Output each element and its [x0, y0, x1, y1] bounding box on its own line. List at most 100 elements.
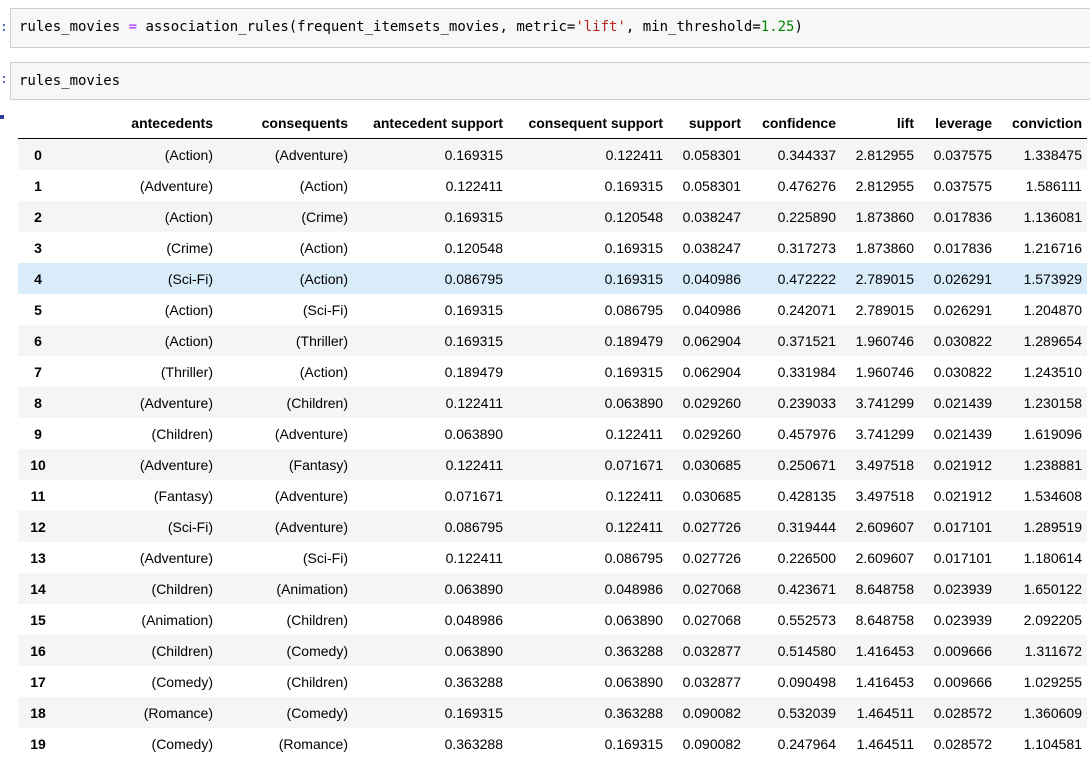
table-cell: 1.873860 — [841, 201, 919, 232]
table-cell: (Comedy) — [58, 728, 218, 759]
table-cell: 0.090082 — [668, 728, 746, 759]
table-cell: 3.497518 — [841, 480, 919, 511]
table-cell: 1.416453 — [841, 666, 919, 697]
row-index: 3 — [18, 232, 58, 263]
table-cell: 0.169315 — [508, 170, 668, 201]
table-cell: 3.741299 — [841, 387, 919, 418]
row-index: 10 — [18, 449, 58, 480]
table-cell: 0.090498 — [746, 666, 841, 697]
code-assign-operator: = — [120, 19, 145, 35]
table-cell: 0.319444 — [746, 511, 841, 542]
table-cell: 0.371521 — [746, 325, 841, 356]
row-index: 19 — [18, 728, 58, 759]
table-cell: 0.028572 — [919, 697, 997, 728]
table-cell: 0.428135 — [746, 480, 841, 511]
table-cell: 1.289519 — [997, 511, 1087, 542]
table-cell: (Romance) — [218, 728, 353, 759]
table-cell: 1.960746 — [841, 356, 919, 387]
row-index: 6 — [18, 325, 58, 356]
table-row: 8(Adventure)(Children)0.1224110.0638900.… — [18, 387, 1087, 418]
row-index: 0 — [18, 139, 58, 171]
row-index: 7 — [18, 356, 58, 387]
table-cell: (Sci-Fi) — [218, 294, 353, 325]
table-cell: (Action) — [58, 201, 218, 232]
table-cell: 0.009666 — [919, 666, 997, 697]
table-cell: 2.092205 — [997, 604, 1087, 635]
table-row: 4(Sci-Fi)(Action)0.0867950.1693150.04098… — [18, 263, 1087, 294]
row-index: 2 — [18, 201, 58, 232]
table-cell: (Adventure) — [58, 542, 218, 573]
table-cell: 0.071671 — [353, 480, 508, 511]
table-cell: 0.026291 — [919, 294, 997, 325]
table-cell: (Adventure) — [58, 449, 218, 480]
row-index: 18 — [18, 697, 58, 728]
row-index: 11 — [18, 480, 58, 511]
table-cell: 0.037575 — [919, 170, 997, 201]
table-row: 18(Romance)(Comedy)0.1693150.3632880.090… — [18, 697, 1087, 728]
table-cell: 0.189479 — [353, 356, 508, 387]
table-cell: 0.247964 — [746, 728, 841, 759]
table-cell: 1.464511 — [841, 728, 919, 759]
table-cell: 0.037575 — [919, 139, 997, 171]
table-cell: 1.619096 — [997, 418, 1087, 449]
table-row: 12(Sci-Fi)(Adventure)0.0867950.1224110.0… — [18, 511, 1087, 542]
table-cell: (Sci-Fi) — [58, 263, 218, 294]
table-cell: 0.058301 — [668, 139, 746, 171]
column-header: antecedents — [58, 108, 218, 139]
table-cell: 2.812955 — [841, 170, 919, 201]
table-cell: 0.120548 — [508, 201, 668, 232]
table-row: 13(Adventure)(Sci-Fi)0.1224110.0867950.0… — [18, 542, 1087, 573]
table-cell: 0.169315 — [508, 728, 668, 759]
table-cell: (Animation) — [218, 573, 353, 604]
table-cell: (Children) — [58, 573, 218, 604]
table-cell: 0.058301 — [668, 170, 746, 201]
table-cell: 0.017101 — [919, 511, 997, 542]
table-cell: 0.021912 — [919, 480, 997, 511]
row-index: 9 — [18, 418, 58, 449]
table-cell: 0.169315 — [508, 263, 668, 294]
table-cell: 0.071671 — [508, 449, 668, 480]
table-cell: (Adventure) — [58, 170, 218, 201]
table-cell: (Children) — [218, 387, 353, 418]
code-number: 1.25 — [761, 19, 795, 35]
table-body: 0(Action)(Adventure)0.1693150.1224110.05… — [18, 139, 1087, 759]
table-cell: (Children) — [218, 604, 353, 635]
code-cell-rules-movies[interactable]: rules_movies — [10, 62, 1090, 100]
table-cell: 0.086795 — [508, 294, 668, 325]
table-cell: 0.029260 — [668, 418, 746, 449]
code-cell-association-rules[interactable]: rules_movies = association_rules(frequen… — [10, 8, 1090, 48]
cell-2-prompt: : — [0, 72, 8, 87]
table-cell: 0.027726 — [668, 511, 746, 542]
table-cell: 2.789015 — [841, 263, 919, 294]
table-cell: 0.090082 — [668, 697, 746, 728]
table-cell: 1.243510 — [997, 356, 1087, 387]
table-cell: 1.534608 — [997, 480, 1087, 511]
table-cell: 0.472222 — [746, 263, 841, 294]
row-index: 8 — [18, 387, 58, 418]
table-cell: 0.032877 — [668, 635, 746, 666]
column-header: support — [668, 108, 746, 139]
table-cell: (Action) — [58, 294, 218, 325]
table-cell: (Thriller) — [218, 325, 353, 356]
table-cell: 0.027068 — [668, 604, 746, 635]
table-cell: 0.030685 — [668, 480, 746, 511]
table-cell: 0.040986 — [668, 263, 746, 294]
column-header: conviction — [997, 108, 1087, 139]
table-cell: 0.063890 — [353, 573, 508, 604]
table-cell: (Children) — [58, 635, 218, 666]
table-row: 5(Action)(Sci-Fi)0.1693150.0867950.04098… — [18, 294, 1087, 325]
table-cell: 0.120548 — [353, 232, 508, 263]
table-cell: 0.063890 — [353, 635, 508, 666]
table-cell: 0.169315 — [508, 232, 668, 263]
table-cell: 1.311672 — [997, 635, 1087, 666]
table-cell: 0.028572 — [919, 728, 997, 759]
table-cell: 1.230158 — [997, 387, 1087, 418]
table-cell: 0.032877 — [668, 666, 746, 697]
row-index: 12 — [18, 511, 58, 542]
table-cell: 0.169315 — [353, 294, 508, 325]
table-row: 10(Adventure)(Fantasy)0.1224110.0716710.… — [18, 449, 1087, 480]
table-cell: 2.812955 — [841, 139, 919, 171]
table-cell: (Action) — [58, 325, 218, 356]
table-cell: 1.360609 — [997, 697, 1087, 728]
table-cell: 0.122411 — [508, 480, 668, 511]
